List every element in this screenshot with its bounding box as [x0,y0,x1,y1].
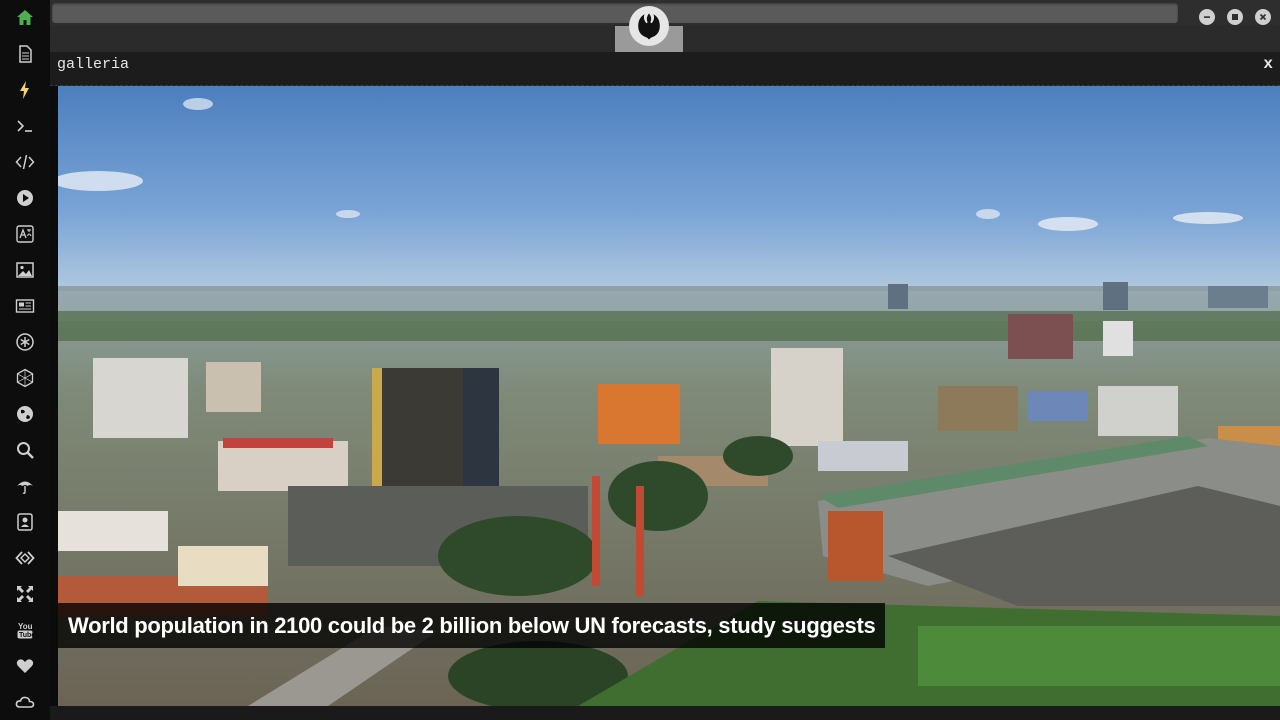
panel-close-button[interactable]: x [1263,55,1273,73]
panel-header: galleria x [50,52,1280,86]
asterisk-icon [16,333,34,351]
address-bar[interactable] [52,3,1178,23]
sidebar-item-play[interactable] [12,185,38,211]
sidebar-item-youtube[interactable]: You Tube [12,617,38,643]
close-window-button[interactable] [1255,9,1271,25]
sidebar: You Tube [0,0,50,720]
sidebar-item-document[interactable] [12,41,38,67]
sidebar-item-contact-card[interactable] [12,509,38,535]
image-caption: World population in 2100 could be 2 bill… [58,603,886,648]
contact-card-icon [17,513,33,531]
maximize-button[interactable] [1227,9,1243,25]
sidebar-item-hexagon[interactable] [12,365,38,391]
sidebar-item-asterisk[interactable] [12,329,38,355]
play-icon [17,190,33,206]
cloud-icon [15,696,35,708]
terminal-icon [17,120,32,132]
translate-icon [16,225,34,243]
sidebar-item-cloud[interactable] [12,689,38,715]
status-strip [50,706,1280,720]
hexagon-icon [16,368,34,388]
sidebar-item-expand[interactable] [12,581,38,607]
sidebar-item-code[interactable] [12,149,38,175]
close-icon [1259,13,1267,21]
svg-text:You: You [18,622,33,631]
app-logo [629,6,669,46]
newspaper-icon [15,299,35,313]
heart-icon [16,659,34,673]
maximize-icon [1232,14,1238,20]
document-icon [19,45,32,63]
minimize-icon [1204,16,1210,18]
sidebar-item-newspaper[interactable] [12,293,38,319]
minimize-button[interactable] [1199,9,1215,25]
globe-icon [17,406,33,422]
sidebar-item-search[interactable] [12,437,38,463]
rebel-alliance-emblem-icon [638,13,660,40]
search-icon [17,442,34,459]
youtube-icon: YouTube [17,622,35,639]
diamond-code-icon [15,551,35,565]
sidebar-item-home[interactable] [12,5,38,31]
sidebar-item-globe[interactable] [12,401,38,427]
sidebar-item-lightning[interactable] [12,77,38,103]
sidebar-item-diamond-code[interactable] [12,545,38,571]
code-icon [15,154,35,170]
sidebar-item-umbrella[interactable] [12,473,38,499]
home-icon [17,10,33,25]
sidebar-item-terminal[interactable] [12,113,38,139]
svg-text:Tube: Tube [19,632,35,639]
sidebar-item-image[interactable] [12,257,38,283]
lightning-icon [20,81,29,99]
expand-arrows-icon [17,586,33,602]
sidebar-item-heart[interactable] [12,653,38,679]
sidebar-item-translate[interactable] [12,221,38,247]
image-icon [16,262,34,278]
umbrella-icon [17,481,33,495]
panel-title: galleria [57,56,130,73]
